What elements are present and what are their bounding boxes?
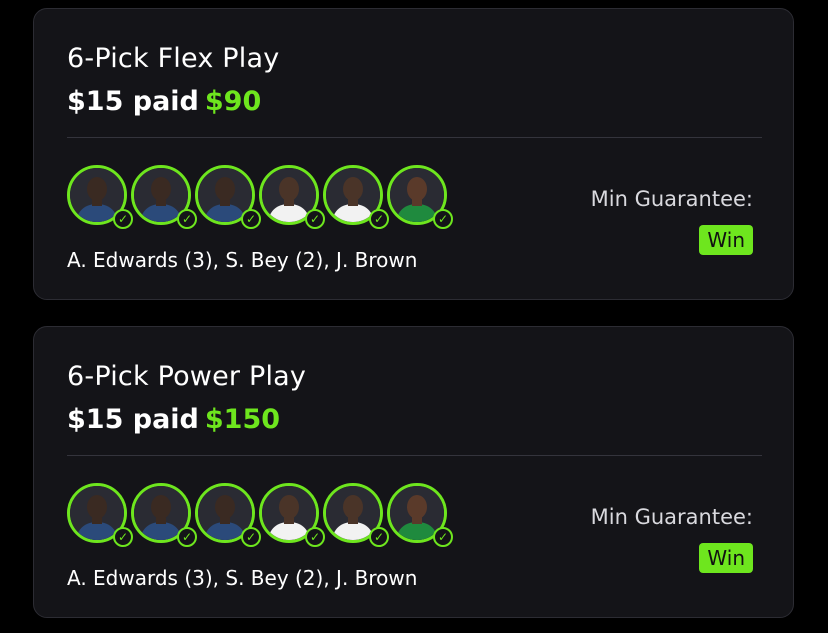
check-icon: ✓ <box>177 527 197 547</box>
check-icon: ✓ <box>369 527 389 547</box>
divider <box>67 455 762 456</box>
result-badge: Win <box>699 225 753 255</box>
entry-paid-line: $15 paid $90 <box>67 86 261 117</box>
check-icon: ✓ <box>433 527 453 547</box>
entry-card[interactable]: 6-Pick Flex Play $15 paid $90 ✓ ✓ ✓ ✓ ✓ ✓ A. E… <box>33 8 794 300</box>
check-icon: ✓ <box>113 209 133 229</box>
check-icon: ✓ <box>305 209 325 229</box>
paid-amount: $15 paid <box>67 404 199 435</box>
payout-amount: $150 <box>204 404 281 435</box>
check-icon: ✓ <box>305 527 325 547</box>
result-badge: Win <box>699 543 753 573</box>
entry-paid-line: $15 paid $150 <box>67 404 280 435</box>
min-guarantee-label: Min Guarantee: <box>590 505 753 529</box>
players-summary: A. Edwards (3), S. Bey (2), J. Brown <box>67 248 418 272</box>
entry-card[interactable]: 6-Pick Power Play $15 paid $150 ✓ ✓ ✓ ✓ ✓ ✓ A.… <box>33 326 794 618</box>
entry-title: 6-Pick Flex Play <box>67 43 280 74</box>
check-icon: ✓ <box>241 209 261 229</box>
players-summary: A. Edwards (3), S. Bey (2), J. Brown <box>67 566 418 590</box>
check-icon: ✓ <box>433 209 453 229</box>
entry-title: 6-Pick Power Play <box>67 361 307 392</box>
check-icon: ✓ <box>177 209 197 229</box>
divider <box>67 137 762 138</box>
min-guarantee-label: Min Guarantee: <box>590 187 753 211</box>
check-icon: ✓ <box>369 209 389 229</box>
payout-amount: $90 <box>204 86 262 117</box>
check-icon: ✓ <box>241 527 261 547</box>
check-icon: ✓ <box>113 527 133 547</box>
paid-amount: $15 paid <box>67 86 199 117</box>
